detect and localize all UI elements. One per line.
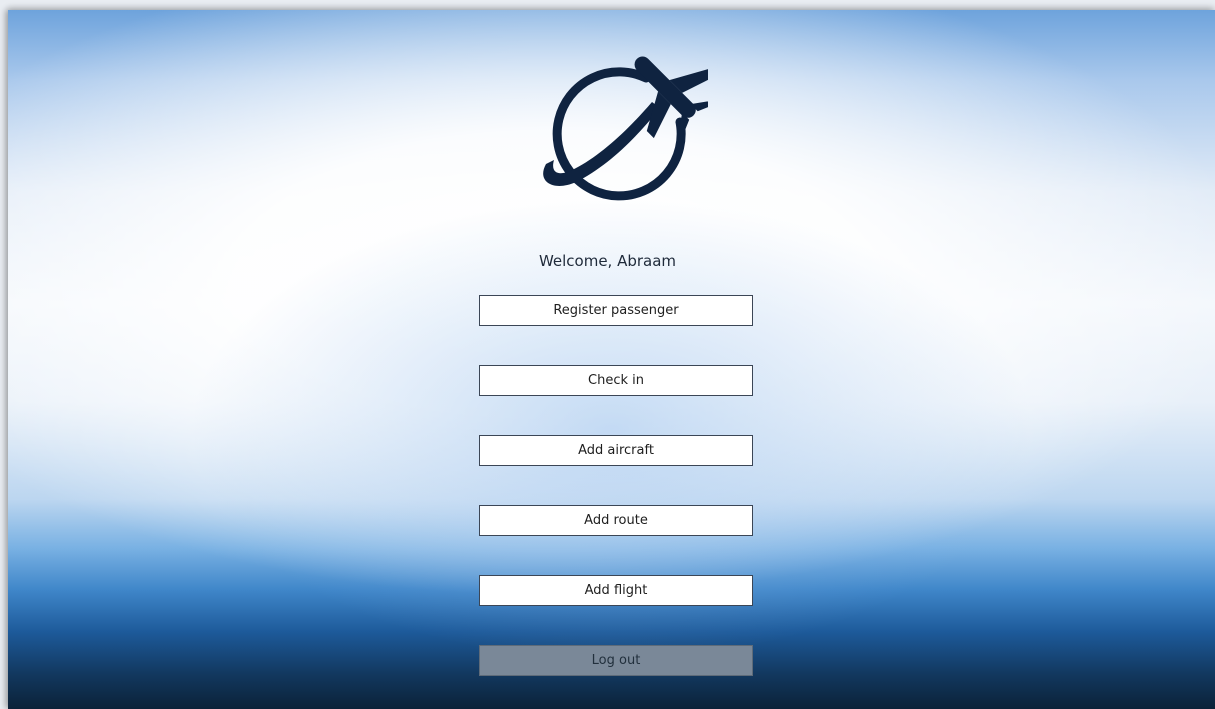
add-route-button[interactable]: Add route	[479, 505, 753, 536]
register-passenger-button[interactable]: Register passenger	[479, 295, 753, 326]
add-flight-button[interactable]: Add flight	[479, 575, 753, 606]
add-aircraft-button[interactable]: Add aircraft	[479, 435, 753, 466]
check-in-button[interactable]: Check in	[479, 365, 753, 396]
plane-globe-logo-icon	[543, 56, 708, 201]
log-out-button[interactable]: Log out	[479, 645, 753, 676]
welcome-heading: Welcome, Abraam	[538, 252, 677, 270]
